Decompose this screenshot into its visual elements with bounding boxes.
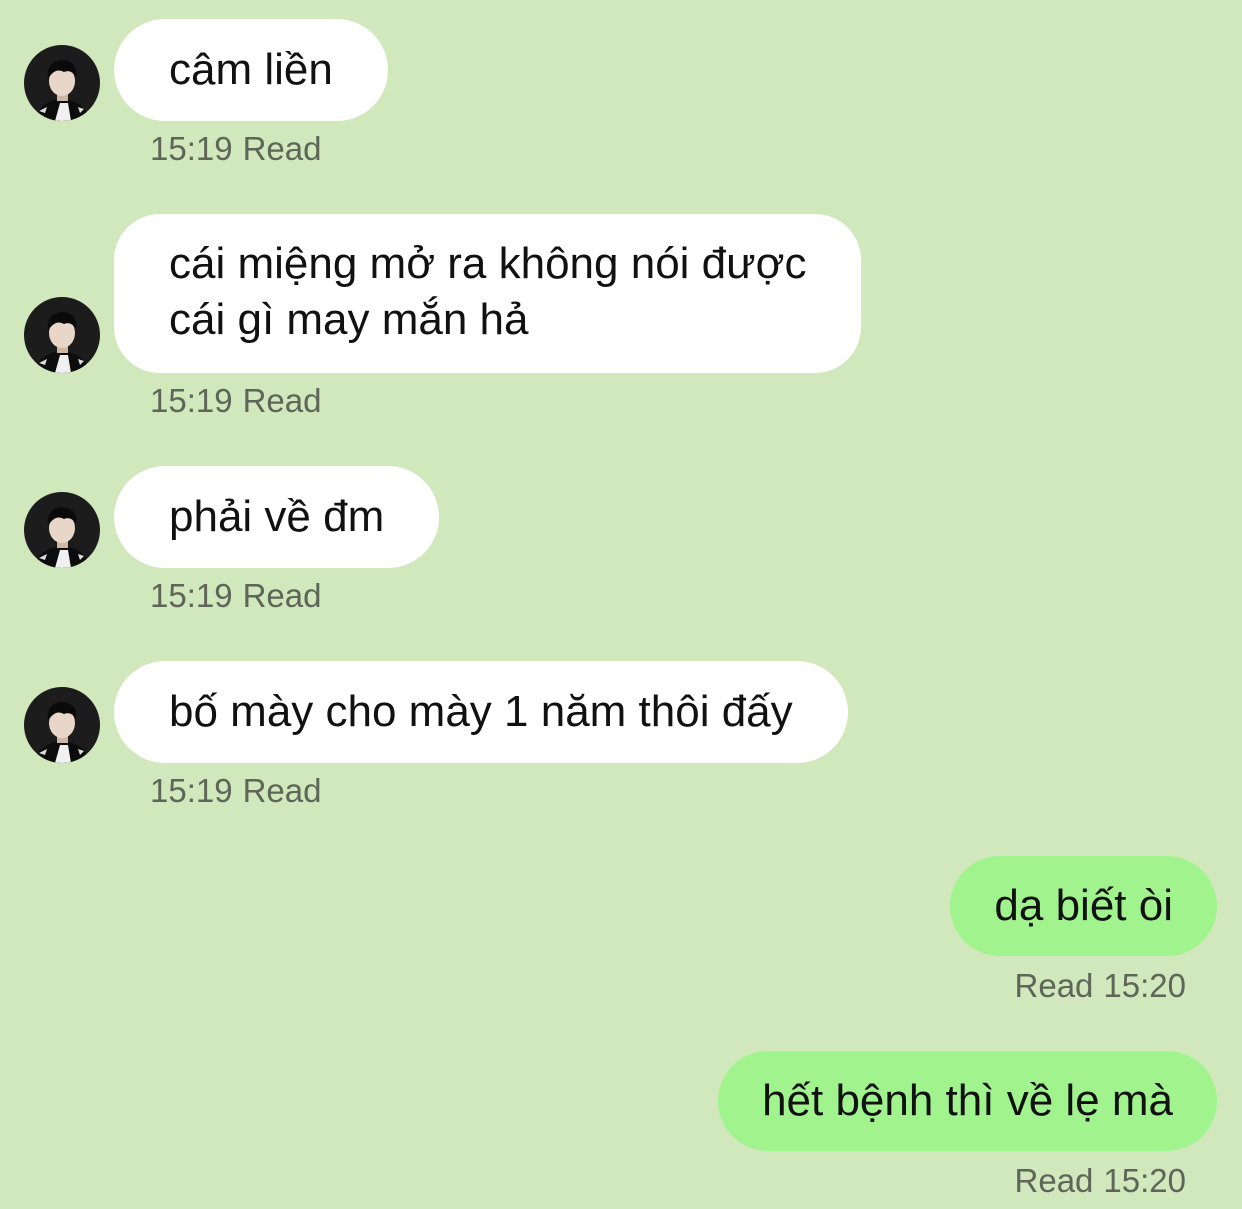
read-status: Read [1014,1162,1094,1199]
message-text-line: cái miệng mở ra không nói được [169,239,807,288]
message-text: câm liền [169,45,333,94]
message-bubble[interactable]: cái miệng mở ra không nói được cái gì ma… [114,214,862,373]
message-text: hết bệnh thì về lẹ mà [762,1076,1173,1125]
read-status: Read [242,772,322,809]
read-status: Read [242,130,322,167]
message-text: bố mày cho mày 1 năm thôi đấy [169,687,793,736]
message-time: 15:19 [150,382,233,419]
message-bubble[interactable]: bố mày cho mày 1 năm thôi đấy [114,661,848,763]
message-text: dạ biết òi [994,881,1173,930]
message-meta: Read 15:20 [1015,966,1186,1006]
message-text: phải về đm [169,492,385,541]
user-avatar-icon[interactable] [24,492,100,568]
chat-view[interactable]: câm liền 15:19 Read cái miệng mở ra không… [0,0,1242,1209]
message-time: 15:20 [1103,1162,1186,1199]
message-bubble[interactable]: phải về đm [114,466,440,568]
message-meta: 15:19 Read [150,576,321,616]
message-bubble[interactable]: dạ biết òi [950,856,1217,956]
message-time: 15:19 [150,772,233,809]
message-bubble[interactable]: câm liền [114,19,388,121]
read-status: Read [1014,967,1094,1004]
message-meta: Read 15:20 [1015,1161,1186,1201]
read-status: Read [242,577,322,614]
read-status: Read [242,382,322,419]
message-time: 15:20 [1103,967,1186,1004]
user-avatar-icon[interactable] [24,45,100,121]
message-meta: 15:19 Read [150,381,321,421]
message-meta: 15:19 Read [150,771,321,811]
message-bubble[interactable]: hết bệnh thì về lẹ mà [718,1051,1217,1151]
message-text-line: cái gì may mắn hả [169,295,529,344]
message-time: 15:19 [150,130,233,167]
message-time: 15:19 [150,577,233,614]
message-meta: 15:19 Read [150,129,321,169]
user-avatar-icon[interactable] [24,297,100,373]
user-avatar-icon[interactable] [24,687,100,763]
